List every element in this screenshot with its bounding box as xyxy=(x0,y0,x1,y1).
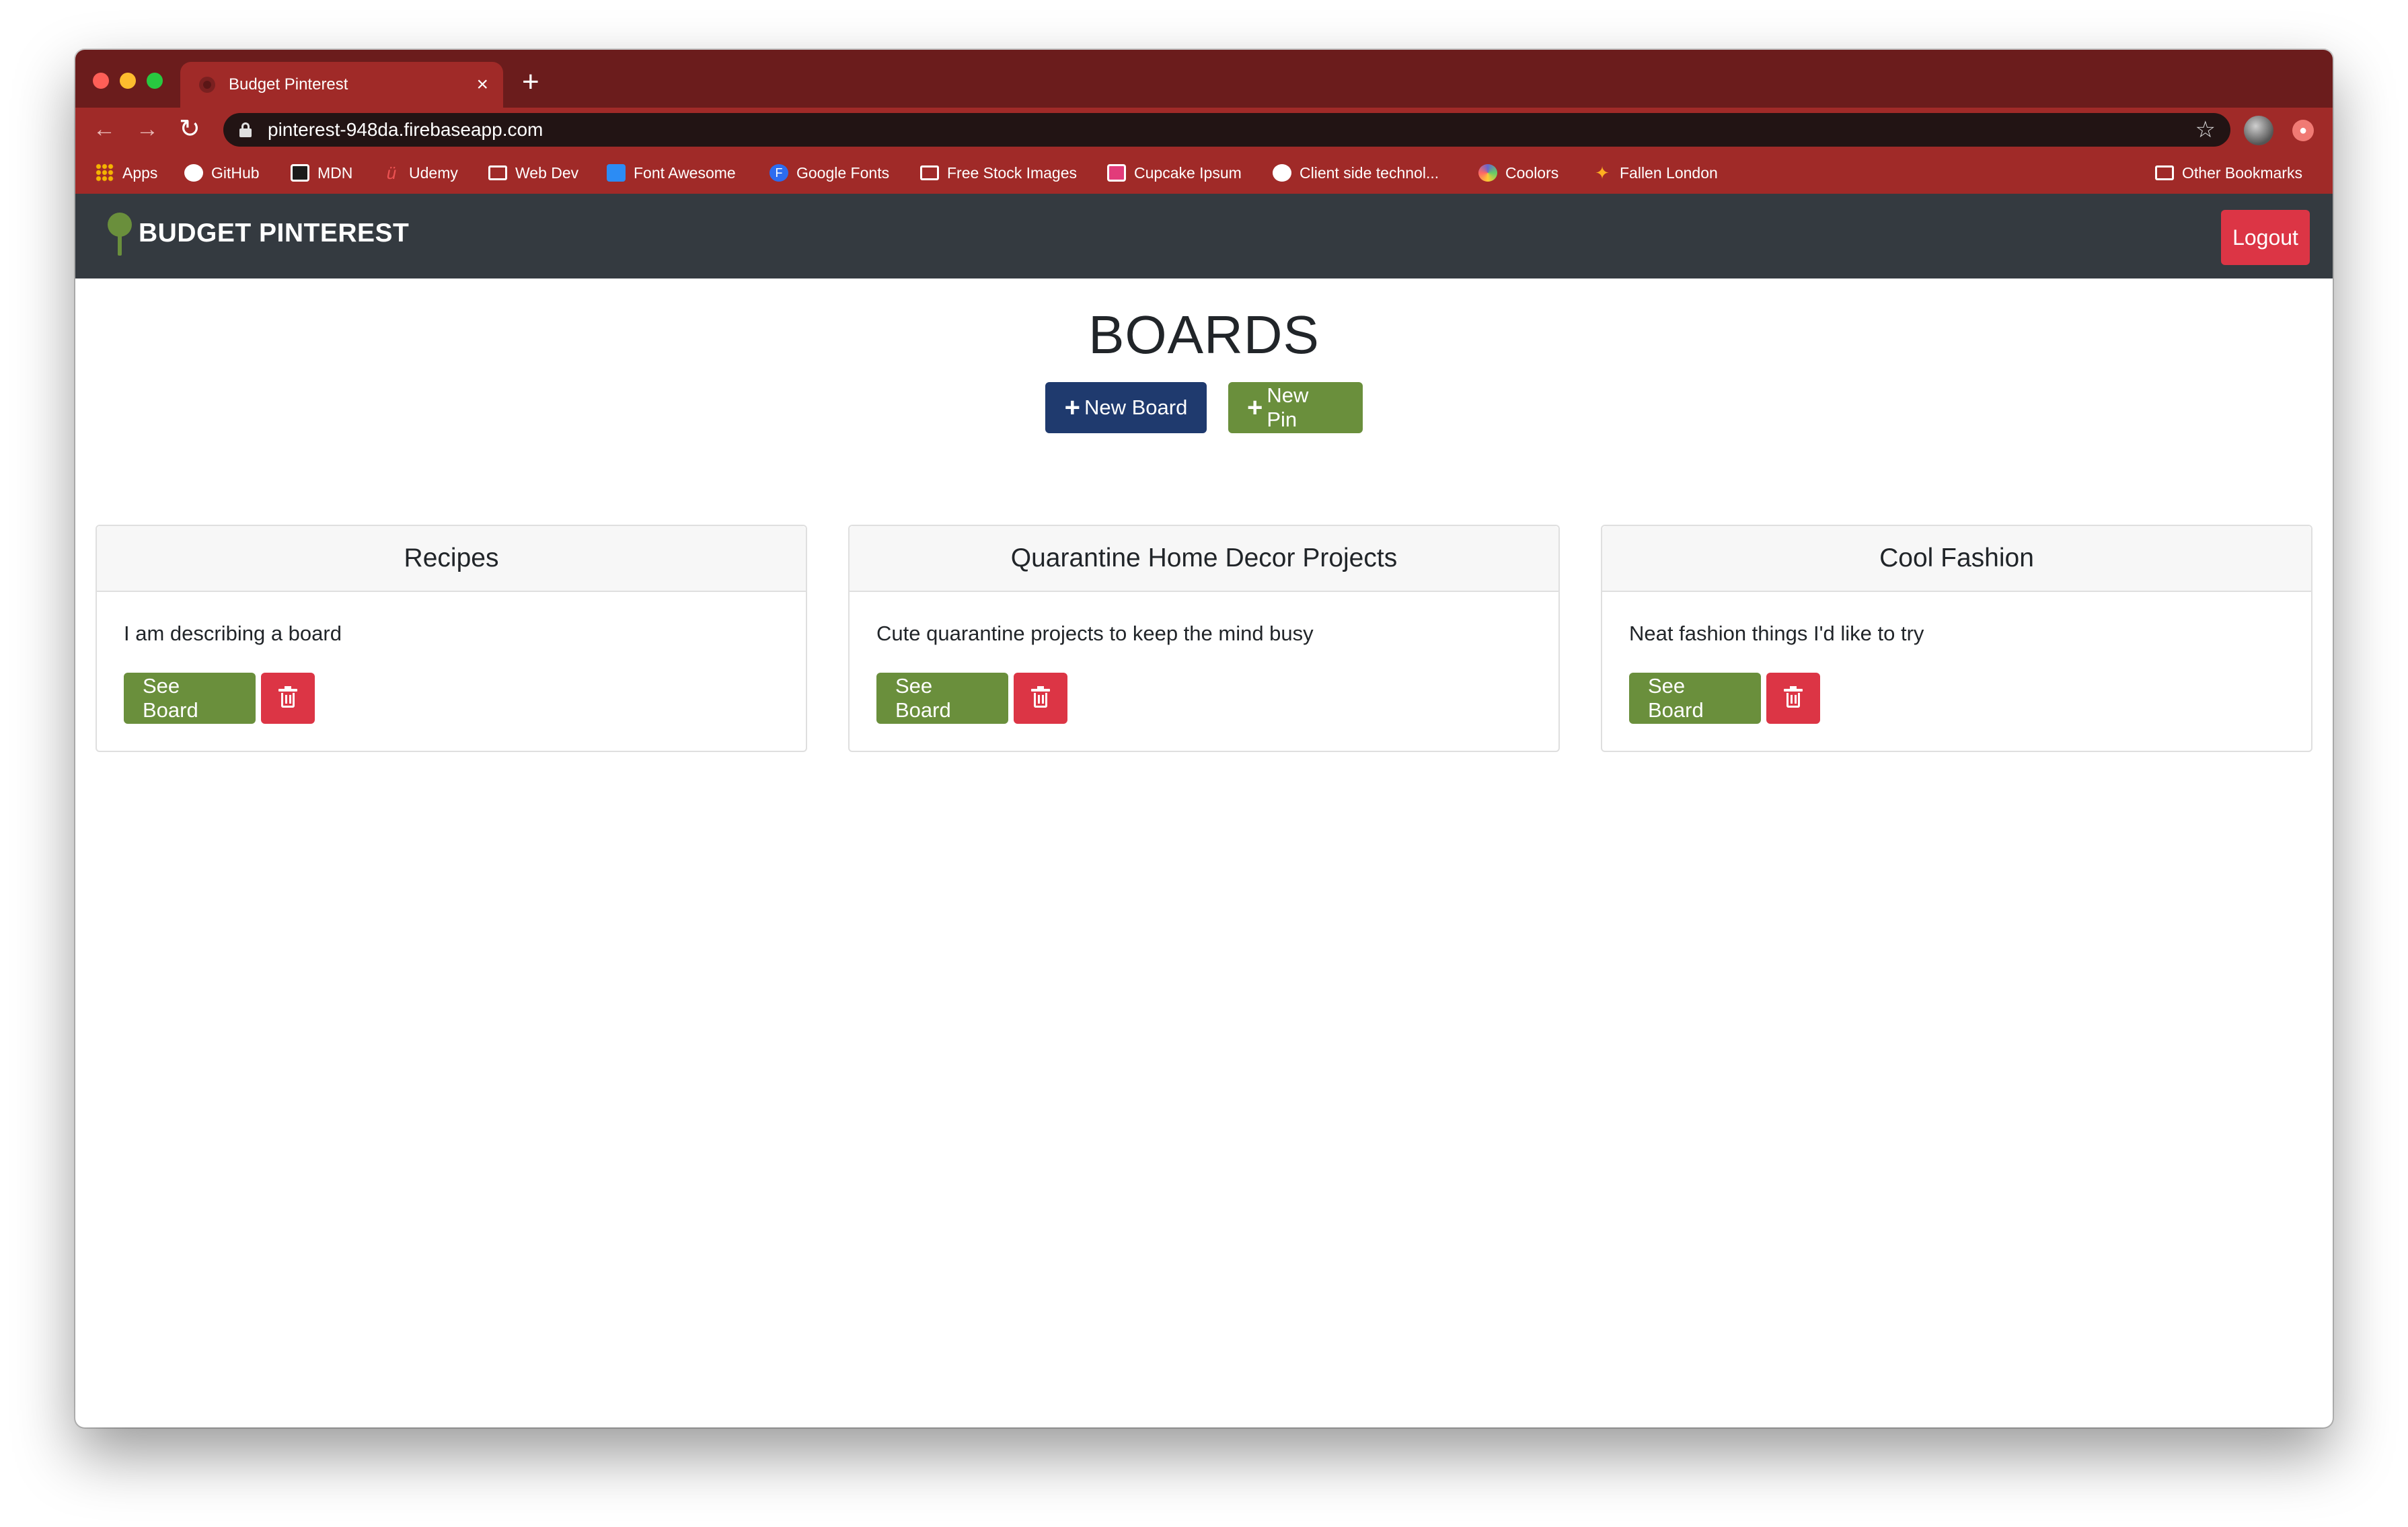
bookmark-free-stock-images[interactable]: Free Stock Images xyxy=(920,161,1077,184)
extension-icon[interactable]: ● xyxy=(2292,120,2314,141)
apps-grid-icon xyxy=(96,163,114,182)
browser-toolbar: ← → ↻ pinterest-948da.firebaseapp.com ☆ … xyxy=(75,108,2333,152)
browser-tab[interactable]: Budget Pinterest × xyxy=(180,62,503,108)
new-pin-label: New Pin xyxy=(1267,383,1309,431)
bookmark-fallen-london[interactable]: ✦ Fallen London xyxy=(1593,161,1718,184)
bookmark-github[interactable]: GitHub xyxy=(184,161,260,184)
logout-button[interactable]: Logout xyxy=(2221,210,2310,265)
forward-arrow-icon[interactable]: → xyxy=(136,116,159,143)
trash-icon xyxy=(1031,686,1050,708)
udemy-icon: ü xyxy=(386,163,397,183)
cupcake-icon xyxy=(1107,164,1126,182)
maximize-window-button[interactable] xyxy=(147,73,163,89)
board-title: Quarantine Home Decor Projects xyxy=(850,526,1558,592)
browser-window: Budget Pinterest × + ← → ↻ pinterest-948… xyxy=(75,50,2333,1427)
trash-icon xyxy=(1784,686,1803,708)
lock-icon xyxy=(239,122,252,137)
board-description: Neat fashion things I'd like to try xyxy=(1629,622,1924,645)
bookmark-udemy[interactable]: ü Udemy xyxy=(382,161,458,184)
board-actions: See Board xyxy=(876,673,1067,724)
boards-list: Recipes I am describing a board See Boar… xyxy=(96,525,2312,752)
close-window-button[interactable] xyxy=(93,73,109,89)
delete-board-button[interactable] xyxy=(1766,673,1820,724)
tab-strip: Budget Pinterest × + xyxy=(75,50,2333,108)
page-title: BOARDS xyxy=(1088,305,1320,365)
board-title: Recipes xyxy=(97,526,806,592)
github-icon xyxy=(1273,164,1291,182)
bookmark-coolors[interactable]: Coolors xyxy=(1478,161,1558,184)
board-card: Recipes I am describing a board See Boar… xyxy=(96,525,807,752)
bookmark-google-fonts[interactable]: F Google Fonts xyxy=(769,161,889,184)
mdn-icon xyxy=(291,164,309,182)
board-card: Cool Fashion Neat fashion things I'd lik… xyxy=(1601,525,2312,752)
app-navbar: BUDGET PINTEREST Logout xyxy=(75,194,2333,278)
google-fonts-icon: F xyxy=(769,164,788,182)
see-board-button[interactable]: See Board xyxy=(124,673,256,724)
delete-board-button[interactable] xyxy=(261,673,315,724)
bookmark-cupcake-ipsum[interactable]: Cupcake Ipsum xyxy=(1107,161,1242,184)
bookmarks-bar: Apps GitHub MDN ü Udemy Web Dev Font Awe… xyxy=(75,152,2333,194)
bookmark-apps[interactable]: Apps xyxy=(96,161,157,184)
new-pin-button[interactable]: + New Pin xyxy=(1228,382,1363,433)
new-board-button[interactable]: + New Board xyxy=(1045,382,1207,433)
back-arrow-icon[interactable]: ← xyxy=(93,116,116,143)
bookmark-mdn[interactable]: MDN xyxy=(291,161,352,184)
minimize-window-button[interactable] xyxy=(120,73,136,89)
new-tab-button[interactable]: + xyxy=(522,67,539,97)
folder-icon xyxy=(2155,165,2174,180)
url-text[interactable]: pinterest-948da.firebaseapp.com xyxy=(268,119,2195,141)
board-card: Quarantine Home Decor Projects Cute quar… xyxy=(848,525,1560,752)
reload-icon[interactable]: ↻ xyxy=(179,116,200,143)
font-awesome-icon xyxy=(607,164,626,182)
action-row: + New Board + New Pin xyxy=(75,382,2333,433)
profile-avatar[interactable] xyxy=(2244,116,2273,145)
plus-icon: + xyxy=(1247,393,1263,422)
board-description: Cute quarantine projects to keep the min… xyxy=(876,622,1314,645)
brand-link[interactable]: BUDGET PINTEREST xyxy=(106,210,409,257)
plus-icon: + xyxy=(1064,393,1080,422)
favicon-icon xyxy=(199,77,215,93)
trash-icon xyxy=(278,686,297,708)
bookmark-other[interactable]: Other Bookmarks xyxy=(2155,161,2302,184)
tab-close-icon[interactable]: × xyxy=(476,75,488,95)
folder-icon xyxy=(488,165,507,180)
new-board-label: New Board xyxy=(1084,396,1188,419)
bookmark-web-dev[interactable]: Web Dev xyxy=(488,161,578,184)
address-bar[interactable]: pinterest-948da.firebaseapp.com ☆ xyxy=(223,113,2230,147)
fallen-london-icon: ✦ xyxy=(1595,163,1610,183)
see-board-button[interactable]: See Board xyxy=(1629,673,1761,724)
github-icon xyxy=(184,164,203,182)
bookmark-star-icon[interactable]: ☆ xyxy=(2195,116,2216,143)
delete-board-button[interactable] xyxy=(1014,673,1067,724)
board-title: Cool Fashion xyxy=(1602,526,2311,592)
board-description: I am describing a board xyxy=(124,622,342,645)
pushpin-icon xyxy=(106,210,133,257)
bookmark-client-side[interactable]: Client side technol... xyxy=(1273,161,1439,184)
tab-title: Budget Pinterest xyxy=(229,75,348,94)
bookmark-font-awesome[interactable]: Font Awesome xyxy=(607,161,736,184)
board-actions: See Board xyxy=(124,673,315,724)
coolors-icon xyxy=(1478,164,1497,182)
see-board-button[interactable]: See Board xyxy=(876,673,1008,724)
brand-title: BUDGET PINTEREST xyxy=(139,219,410,248)
folder-icon xyxy=(920,165,939,180)
board-actions: See Board xyxy=(1629,673,1820,724)
